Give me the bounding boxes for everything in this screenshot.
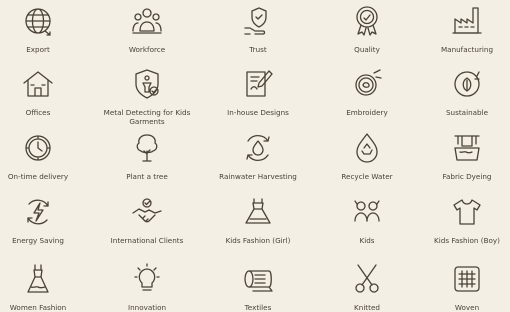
water-drop-cycle-icon <box>241 131 275 165</box>
workforce-icon <box>130 4 164 38</box>
feature-energy-saving: Energy Saving <box>0 195 93 245</box>
feature-sustainable: Sustainable <box>412 67 510 117</box>
factory-icon <box>450 4 484 38</box>
recycle-drop-icon <box>350 131 384 165</box>
feature-knitted: Knitted <box>312 262 422 312</box>
scissors-icon <box>350 262 384 296</box>
feature-manufacturing: Manufacturing <box>412 4 510 54</box>
metal-detector-shield-icon <box>130 67 164 101</box>
feature-woven: Woven <box>412 262 510 312</box>
feature-international-clients: International Clients <box>92 195 202 245</box>
feature-on-time-delivery: On-time delivery <box>0 131 93 181</box>
women-dress-icon <box>21 262 55 296</box>
leaf-cycle-icon <box>450 67 484 101</box>
feature-workforce: Workforce <box>92 4 202 54</box>
clock-icon <box>21 131 55 165</box>
office-building-icon <box>21 67 55 101</box>
feature-grid: Export Workforce Trust Quality Manufactu… <box>0 0 510 312</box>
feature-kids: Kids <box>312 195 422 245</box>
feature-textiles: Textiles <box>203 262 313 312</box>
feature-kids-fashion-girl: Kids Fashion (Girl) <box>203 195 313 245</box>
dyeing-vat-icon <box>450 131 484 165</box>
lightning-cycle-icon <box>21 195 55 229</box>
lightbulb-icon <box>130 262 164 296</box>
quality-badge-icon <box>350 4 384 38</box>
feature-trust: Trust <box>203 4 313 54</box>
feature-innovation: Innovation <box>92 262 202 312</box>
trust-hand-shield-icon <box>241 4 275 38</box>
woven-grid-icon <box>450 262 484 296</box>
feature-fabric-dyeing: Fabric Dyeing <box>412 131 510 181</box>
embroidery-hoop-icon <box>350 67 384 101</box>
feature-recycle-water: Recycle Water <box>312 131 422 181</box>
kids-icon <box>350 195 384 229</box>
girl-dress-icon <box>241 195 275 229</box>
feature-kids-fashion-boy: Kids Fashion (Boy) <box>412 195 510 245</box>
design-pencil-icon <box>241 67 275 101</box>
feature-quality: Quality <box>312 4 422 54</box>
feature-women-fashion: Women Fashion <box>0 262 93 312</box>
fabric-roll-icon <box>241 262 275 296</box>
feature-plant-a-tree: Plant a tree <box>92 131 202 181</box>
feature-in-house-designs: In-house Designs <box>203 67 313 117</box>
feature-embroidery: Embroidery <box>312 67 422 117</box>
tree-icon <box>130 131 164 165</box>
feature-rainwater-harvesting: Rainwater Harvesting <box>203 131 313 181</box>
feature-export: Export <box>0 4 93 54</box>
globe-arrows-icon <box>21 4 55 38</box>
feature-offices: Offices <box>0 67 93 117</box>
boy-tshirt-icon <box>450 195 484 229</box>
handshake-icon <box>130 195 164 229</box>
feature-metal-detecting: Metal Detecting for Kids Garments <box>92 67 202 126</box>
